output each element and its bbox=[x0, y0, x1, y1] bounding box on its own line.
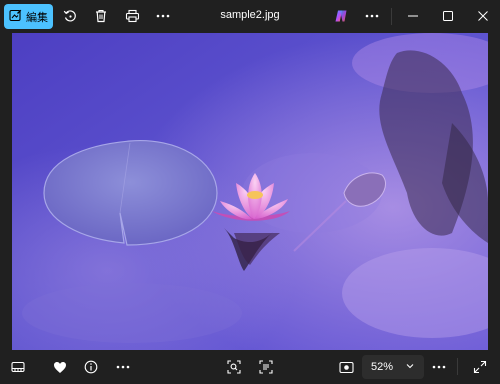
edit-button-label: 編集 bbox=[26, 11, 48, 24]
more-icon[interactable] bbox=[153, 6, 173, 26]
bottom-toolbar: 52% bbox=[0, 350, 500, 384]
zoom-level-dropdown[interactable]: 52% bbox=[362, 355, 424, 379]
window-title: sample2.jpg bbox=[220, 9, 280, 21]
toolbar-divider bbox=[391, 8, 392, 25]
photo-canvas[interactable] bbox=[12, 33, 488, 350]
printer-icon[interactable] bbox=[122, 6, 142, 26]
close-icon[interactable] bbox=[473, 6, 493, 26]
heart-icon[interactable] bbox=[50, 357, 70, 377]
scan-text-icon[interactable] bbox=[256, 357, 276, 377]
toolbar-divider bbox=[457, 358, 458, 375]
top-toolbar: 編集 sample2.jpg bbox=[0, 0, 500, 33]
trash-icon[interactable] bbox=[91, 6, 111, 26]
chevron-down-icon bbox=[405, 361, 415, 374]
fullscreen-icon[interactable] bbox=[470, 357, 490, 377]
photos-app-window: 編集 sample2.jpg 52% bbox=[0, 0, 500, 384]
maximize-icon[interactable] bbox=[438, 6, 458, 26]
minimize-icon[interactable] bbox=[403, 6, 423, 26]
lotus-photo bbox=[12, 33, 488, 350]
edit-image-icon bbox=[9, 9, 22, 25]
edit-button[interactable]: 編集 bbox=[4, 4, 53, 29]
visual-search-icon[interactable] bbox=[224, 357, 244, 377]
filmstrip-icon[interactable] bbox=[8, 357, 28, 377]
copilot-icon[interactable] bbox=[331, 6, 351, 26]
zoom-value: 52% bbox=[371, 361, 394, 373]
fit-to-window-icon[interactable] bbox=[336, 357, 356, 377]
more-icon[interactable] bbox=[113, 357, 133, 377]
rotate-icon[interactable] bbox=[60, 6, 80, 26]
more-icon[interactable] bbox=[429, 357, 449, 377]
more-icon[interactable] bbox=[362, 6, 382, 26]
info-icon[interactable] bbox=[81, 357, 101, 377]
